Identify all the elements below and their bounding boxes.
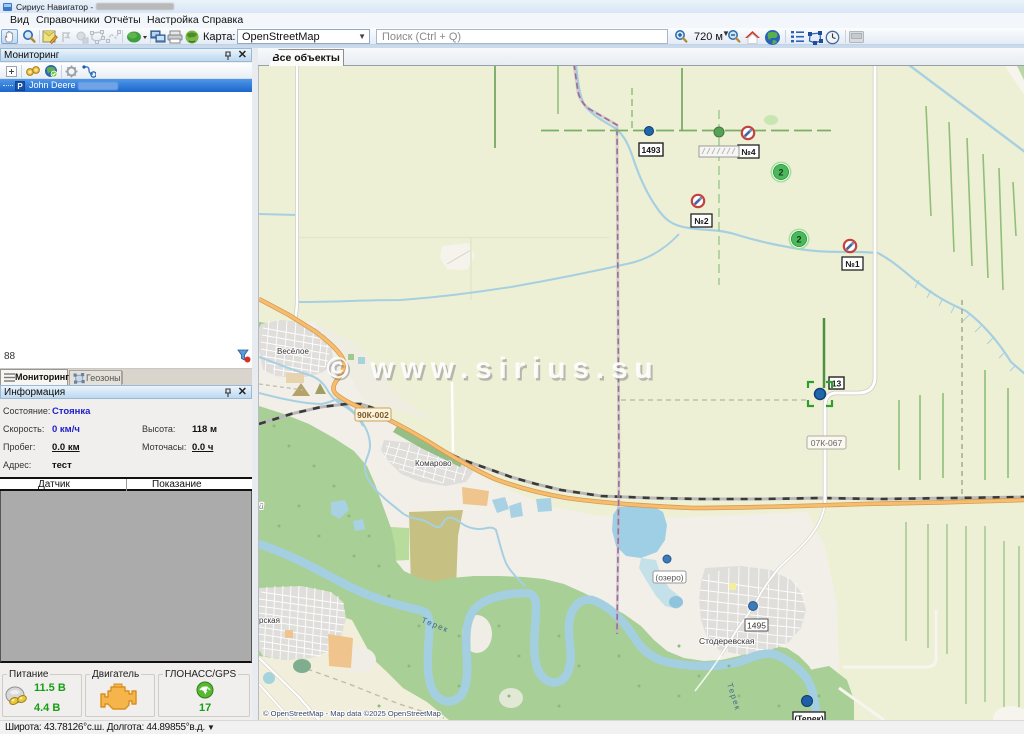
- svg-text:90К-002: 90К-002: [357, 410, 389, 420]
- svg-text:07К-067: 07К-067: [811, 438, 843, 448]
- svg-text:© OpenStreetMap - Map data ©20: © OpenStreetMap - Map data ©2025 OpenStr…: [263, 709, 441, 718]
- svg-text:(озеро): (озеро): [655, 573, 683, 583]
- svg-text:(Терек): (Терек): [794, 714, 824, 721]
- svg-text:1495: 1495: [747, 621, 766, 631]
- svg-text:1493: 1493: [642, 145, 661, 155]
- svg-text:© www.sirius.su: © www.sirius.su: [327, 352, 660, 385]
- svg-text:№1: №1: [845, 259, 859, 269]
- svg-text:Весёлое: Весёлое: [277, 347, 309, 356]
- svg-text:13: 13: [832, 379, 842, 389]
- svg-text:2: 2: [796, 235, 801, 245]
- svg-text:P: P: [17, 82, 23, 91]
- svg-text:Комарово: Комарово: [415, 459, 452, 468]
- svg-text:й: й: [259, 502, 264, 511]
- svg-text:№2: №2: [694, 216, 708, 226]
- svg-text:2: 2: [778, 168, 783, 178]
- svg-text:Стодеревская: Стодеревская: [699, 636, 755, 646]
- svg-text:№4: №4: [741, 147, 755, 157]
- svg-text:рская: рская: [259, 616, 280, 625]
